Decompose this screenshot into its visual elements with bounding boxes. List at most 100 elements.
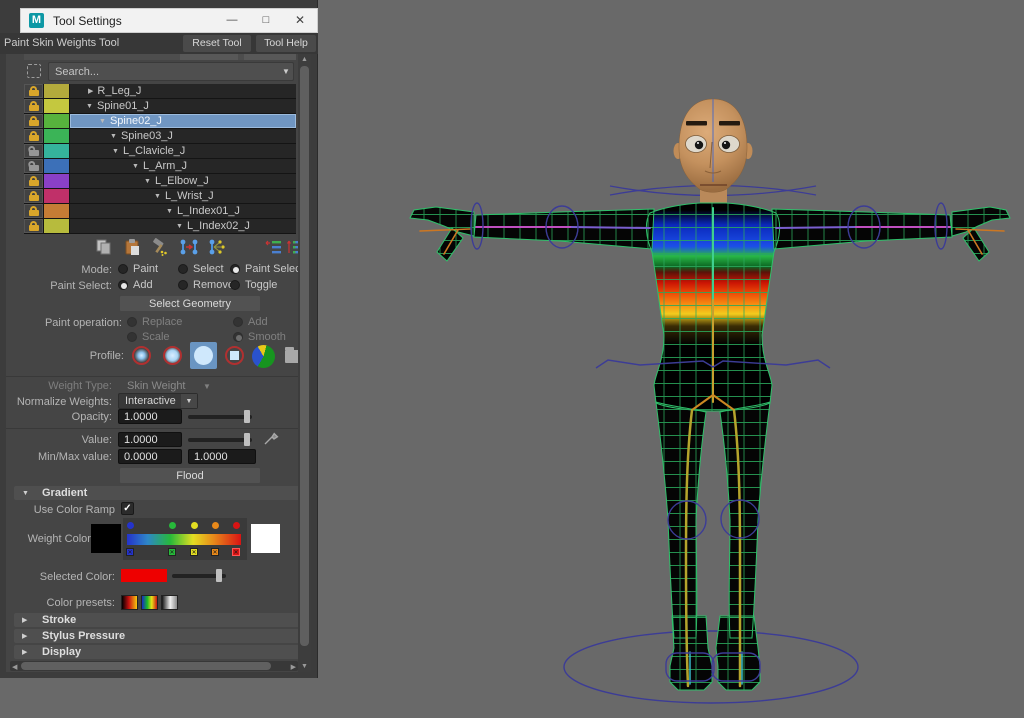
lock-icon[interactable]: [24, 99, 43, 113]
influence-row[interactable]: ▼Spine03_J: [24, 129, 296, 144]
skeleton-bones[interactable]: [420, 208, 1004, 686]
lock-icon[interactable]: [24, 189, 43, 203]
lock-icon[interactable]: [24, 174, 43, 188]
flood-button[interactable]: Flood: [119, 467, 261, 484]
select-geometry-button[interactable]: Select Geometry: [119, 295, 261, 312]
use-color-ramp-checkbox[interactable]: ✓: [121, 502, 134, 515]
tool-help-button[interactable]: Tool Help: [256, 35, 316, 52]
copy-weights-icon[interactable]: [94, 238, 114, 256]
influence-row[interactable]: ▼L_Wrist_J: [24, 189, 296, 204]
collapse-arrow-icon[interactable]: ▶: [88, 87, 93, 95]
influence-row[interactable]: ▼Spine01_J: [24, 99, 296, 114]
influence-color-swatch[interactable]: [44, 114, 69, 128]
ramp-stop-handle[interactable]: [127, 522, 134, 529]
section-collapsed-icon[interactable]: ▶: [22, 632, 34, 640]
minimize-button[interactable]: —: [215, 9, 249, 32]
paint-select-option-remove[interactable]: Remove: [178, 279, 234, 291]
lock-icon[interactable]: [24, 219, 43, 233]
mode-option-paint[interactable]: Paint: [118, 263, 158, 275]
vertical-scrollbar[interactable]: ▲ ▼: [298, 54, 311, 672]
unlock-icon[interactable]: [24, 159, 43, 173]
paint-attribute-sphere-icon[interactable]: [252, 345, 275, 368]
unlock-icon[interactable]: [24, 144, 43, 158]
scroll-left-icon[interactable]: ◀: [12, 663, 17, 671]
eyedropper-icon[interactable]: [262, 429, 280, 447]
show-influence-icon[interactable]: [206, 238, 226, 256]
display-section-header[interactable]: ▶ Display: [14, 645, 302, 659]
section-collapsed-icon[interactable]: ▶: [22, 616, 34, 624]
influence-color-swatch[interactable]: [44, 204, 69, 218]
influence-row[interactable]: ▼L_Index02_J: [24, 219, 296, 234]
dropdown-arrow-icon[interactable]: ▼: [181, 394, 197, 408]
brush-gaussian-icon[interactable]: [128, 342, 155, 369]
vertical-scroll-thumb[interactable]: [300, 66, 309, 646]
expand-arrow-icon[interactable]: ▼: [86, 103, 93, 110]
viewport[interactable]: [318, 0, 1024, 718]
character-head[interactable]: [674, 99, 753, 192]
maximize-button[interactable]: □: [249, 9, 283, 32]
expand-arrow-icon[interactable]: ▼: [110, 133, 117, 140]
section-collapsed-icon[interactable]: ▶: [22, 648, 34, 656]
influence-color-swatch[interactable]: [44, 129, 69, 143]
influence-color-swatch[interactable]: [44, 189, 69, 203]
influence-row-selected[interactable]: ▼Spine02_J: [24, 114, 296, 129]
sort-alphabetically-icon[interactable]: [264, 238, 284, 256]
max-value-field[interactable]: [188, 449, 256, 464]
selected-color-slider[interactable]: [172, 568, 226, 583]
ramp-stop-marker[interactable]: ✕: [190, 548, 198, 556]
ramp-stop-marker[interactable]: ✕: [126, 548, 134, 556]
brush-soft-icon[interactable]: [159, 342, 186, 369]
influence-color-swatch[interactable]: [44, 219, 69, 233]
min-value-field[interactable]: [118, 449, 182, 464]
expand-arrow-icon[interactable]: ▼: [99, 118, 106, 125]
weight-hammer-icon[interactable]: [150, 238, 170, 256]
viewport-canvas[interactable]: [318, 0, 1024, 718]
influence-color-swatch[interactable]: [44, 174, 69, 188]
ramp-stop-marker-selected[interactable]: ✕: [232, 548, 240, 556]
paint-select-option-add[interactable]: Add: [118, 279, 153, 291]
selected-color-swatch[interactable]: [121, 569, 167, 582]
ramp-stop-marker[interactable]: ✕: [211, 548, 219, 556]
color-preset-grayscale[interactable]: [161, 595, 178, 610]
expand-arrow-icon[interactable]: ▼: [166, 208, 173, 215]
scroll-up-icon[interactable]: ▲: [301, 56, 308, 63]
weight-color-black-swatch[interactable]: [91, 524, 121, 553]
reset-tool-button[interactable]: Reset Tool: [183, 35, 251, 52]
close-button[interactable]: ✕: [283, 9, 317, 32]
influence-color-swatch[interactable]: [44, 99, 69, 113]
mode-option-paint-select[interactable]: Paint Select: [230, 263, 304, 275]
ramp-stop-handle[interactable]: [169, 522, 176, 529]
normalize-weights-dropdown[interactable]: Interactive ▼: [118, 393, 198, 409]
lock-icon[interactable]: [24, 204, 43, 218]
color-ramp-widget[interactable]: ✕ ✕ ✕ ✕ ✕: [123, 518, 247, 560]
influence-color-swatch[interactable]: [44, 159, 69, 173]
brush-solid-icon[interactable]: [190, 342, 217, 369]
expand-arrow-icon[interactable]: ▼: [154, 193, 161, 200]
brush-square-icon[interactable]: [221, 342, 248, 369]
weight-color-white-swatch[interactable]: [251, 524, 280, 553]
ramp-stop-marker[interactable]: ✕: [168, 548, 176, 556]
scroll-down-icon[interactable]: ▼: [301, 663, 308, 670]
influence-row[interactable]: ▼L_Elbow_J: [24, 174, 296, 189]
expand-arrow-icon[interactable]: ▼: [144, 178, 151, 185]
search-dropdown-icon[interactable]: ▼: [282, 67, 290, 76]
move-influences-icon[interactable]: [178, 238, 198, 256]
expand-arrow-icon[interactable]: ▼: [132, 163, 139, 170]
influence-row[interactable]: ▶R_Leg_J: [24, 84, 296, 99]
gradient-section-header[interactable]: ▼ Gradient: [14, 486, 302, 500]
ramp-stop-handle[interactable]: [233, 522, 240, 529]
influence-row[interactable]: ▼L_Index01_J: [24, 204, 296, 219]
scroll-right-icon[interactable]: ▶: [291, 663, 296, 671]
influence-row[interactable]: ▼L_Clavicle_J: [24, 144, 296, 159]
influences-sort-button-clipped[interactable]: [180, 54, 238, 60]
marquee-select-icon[interactable]: [27, 64, 41, 78]
horizontal-scrollbar[interactable]: ◀ ▶: [10, 661, 298, 671]
expand-arrow-icon[interactable]: ▼: [112, 148, 119, 155]
ramp-stop-handle[interactable]: [191, 522, 198, 529]
window-titlebar[interactable]: M Tool Settings — □ ✕: [20, 8, 318, 33]
horizontal-scroll-thumb[interactable]: [21, 662, 271, 670]
search-input[interactable]: [48, 62, 294, 81]
lock-icon[interactable]: [24, 129, 43, 143]
lock-icon[interactable]: [24, 114, 43, 128]
section-expanded-icon[interactable]: ▼: [22, 490, 34, 497]
